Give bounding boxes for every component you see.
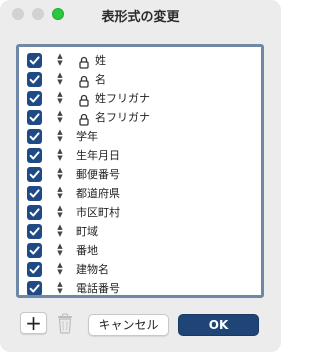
lock-icon bbox=[79, 92, 89, 107]
field-label: 郵便番号 bbox=[76, 168, 120, 181]
field-checkbox[interactable] bbox=[27, 53, 42, 68]
field-label: 電話番号 bbox=[76, 282, 120, 295]
field-checkbox[interactable] bbox=[27, 262, 42, 277]
cancel-button[interactable]: キャンセル bbox=[88, 314, 169, 336]
field-checkbox[interactable] bbox=[27, 186, 42, 201]
reorder-handle-icon[interactable]: ▲ ▼ bbox=[56, 262, 64, 276]
reorder-handle-icon[interactable]: ▲ ▼ bbox=[56, 243, 64, 257]
title-bar: 表形式の変更 bbox=[0, 0, 281, 28]
checkmark-icon bbox=[29, 284, 40, 293]
reorder-handle-icon[interactable]: ▲ ▼ bbox=[56, 205, 64, 219]
field-label: 姓フリガナ bbox=[95, 92, 150, 105]
checkmark-icon bbox=[29, 227, 40, 236]
checkmark-icon bbox=[29, 75, 40, 84]
field-list-frame[interactable]: ▲ ▼ 姓 ▲ ▼ 名 ▲ ▼ 姓フリガナ ▲ ▼ 名フリガナ ▲ ▼ 学年 ▲ ▼ 生年月日 ▲ ▼ 郵便番号 ▲ ▼ 都道… bbox=[16, 44, 264, 298]
ok-button[interactable]: OK bbox=[178, 314, 259, 336]
checkmark-icon bbox=[29, 170, 40, 179]
field-checkbox[interactable] bbox=[27, 205, 42, 220]
reorder-handle-icon[interactable]: ▲ ▼ bbox=[56, 53, 64, 67]
reorder-handle-icon[interactable]: ▲ ▼ bbox=[56, 281, 64, 295]
checkmark-icon bbox=[29, 246, 40, 255]
field-checkbox[interactable] bbox=[27, 129, 42, 144]
lock-icon bbox=[79, 73, 89, 88]
trash-icon bbox=[58, 313, 72, 334]
reorder-handle-icon[interactable]: ▲ ▼ bbox=[56, 129, 64, 143]
field-row[interactable]: ▲ ▼ 学年 bbox=[19, 127, 261, 146]
checkmark-icon bbox=[29, 208, 40, 217]
field-list: ▲ ▼ 姓 ▲ ▼ 名 ▲ ▼ 姓フリガナ ▲ ▼ 名フリガナ ▲ ▼ 学年 ▲ ▼ 生年月日 ▲ ▼ 郵便番号 ▲ ▼ 都道… bbox=[19, 51, 261, 295]
field-label: 名フリガナ bbox=[95, 111, 150, 124]
field-row[interactable]: ▲ ▼ 建物名 bbox=[19, 260, 261, 279]
reorder-handle-icon[interactable]: ▲ ▼ bbox=[56, 224, 64, 238]
delete-field-button[interactable] bbox=[56, 313, 74, 334]
add-field-button[interactable]: + bbox=[20, 312, 47, 334]
reorder-handle-icon[interactable]: ▲ ▼ bbox=[56, 186, 64, 200]
field-checkbox[interactable] bbox=[27, 281, 42, 295]
field-checkbox[interactable] bbox=[27, 167, 42, 182]
checkmark-icon bbox=[29, 151, 40, 160]
checkmark-icon bbox=[29, 94, 40, 103]
field-row[interactable]: ▲ ▼ 生年月日 bbox=[19, 146, 261, 165]
field-row[interactable]: ▲ ▼ 都道府県 bbox=[19, 184, 261, 203]
plus-icon: + bbox=[25, 311, 42, 335]
reorder-handle-icon[interactable]: ▲ ▼ bbox=[56, 91, 64, 105]
field-row[interactable]: ▲ ▼ 名フリガナ bbox=[19, 108, 261, 127]
field-row[interactable]: ▲ ▼ 郵便番号 bbox=[19, 165, 261, 184]
field-label: 番地 bbox=[76, 244, 98, 257]
field-checkbox[interactable] bbox=[27, 243, 42, 258]
field-row[interactable]: ▲ ▼ 姓フリガナ bbox=[19, 89, 261, 108]
field-row[interactable]: ▲ ▼ 町域 bbox=[19, 222, 261, 241]
checkmark-icon bbox=[29, 189, 40, 198]
field-row[interactable]: ▲ ▼ 姓 bbox=[19, 51, 261, 70]
field-label: 名 bbox=[95, 73, 106, 86]
field-label: 建物名 bbox=[76, 263, 109, 276]
field-row[interactable]: ▲ ▼ 市区町村 bbox=[19, 203, 261, 222]
field-checkbox[interactable] bbox=[27, 148, 42, 163]
field-checkbox[interactable] bbox=[27, 110, 42, 125]
field-row[interactable]: ▲ ▼ 番地 bbox=[19, 241, 261, 260]
field-row[interactable]: ▲ ▼ 電話番号 bbox=[19, 279, 261, 295]
checkmark-icon bbox=[29, 113, 40, 122]
reorder-handle-icon[interactable]: ▲ ▼ bbox=[56, 72, 64, 86]
window-title: 表形式の変更 bbox=[101, 10, 180, 25]
field-label: 都道府県 bbox=[76, 187, 120, 200]
lock-icon bbox=[79, 111, 89, 126]
checkmark-icon bbox=[29, 56, 40, 65]
checkmark-icon bbox=[29, 265, 40, 274]
checkmark-icon bbox=[29, 132, 40, 141]
field-checkbox[interactable] bbox=[27, 91, 42, 106]
field-label: 学年 bbox=[76, 130, 98, 143]
reorder-handle-icon[interactable]: ▲ ▼ bbox=[56, 148, 64, 162]
field-checkbox[interactable] bbox=[27, 72, 42, 87]
dialog-window: 表形式の変更 ▲ ▼ 姓 ▲ ▼ 名 ▲ ▼ 姓フリガナ ▲ ▼ 名フリガナ ▲ ▼ 学年 ▲ ▼ 生年月日 ▲ ▼ 郵… bbox=[0, 0, 281, 352]
field-label: 町域 bbox=[76, 225, 98, 238]
reorder-handle-icon[interactable]: ▲ ▼ bbox=[56, 167, 64, 181]
reorder-handle-icon[interactable]: ▲ ▼ bbox=[56, 110, 64, 124]
field-label: 生年月日 bbox=[76, 149, 120, 162]
field-label: 姓 bbox=[95, 54, 106, 67]
field-row[interactable]: ▲ ▼ 名 bbox=[19, 70, 261, 89]
field-label: 市区町村 bbox=[76, 206, 120, 219]
field-checkbox[interactable] bbox=[27, 224, 42, 239]
lock-icon bbox=[79, 54, 89, 69]
